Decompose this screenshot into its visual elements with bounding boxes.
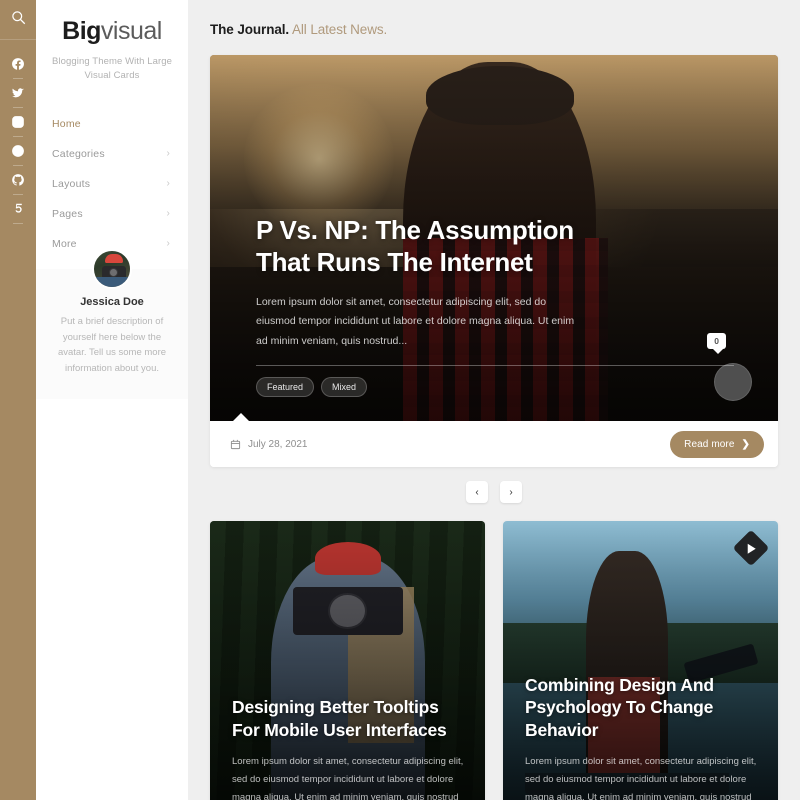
divider xyxy=(13,223,23,224)
chevron-right-icon: › xyxy=(166,178,170,189)
chevron-right-icon: › xyxy=(166,148,170,159)
fivehundredpx-icon[interactable] xyxy=(0,195,36,223)
sidebar-item-categories[interactable]: Categories › xyxy=(36,139,188,169)
post-date-label: July 28, 2021 xyxy=(248,438,308,450)
post-card[interactable]: Designing Better Tooltips For Mobile Use… xyxy=(210,521,485,800)
instagram-icon[interactable] xyxy=(0,108,36,136)
page-title-primary: The Journal. xyxy=(210,22,290,37)
brand-title: Bigvisual xyxy=(46,17,178,46)
main-content: The Journal. All Latest News. 0 P Vs. NP… xyxy=(188,0,800,800)
post-grid: Designing Better Tooltips For Mobile Use… xyxy=(210,521,778,800)
chevron-right-icon: › xyxy=(166,208,170,219)
sidebar-item-layouts[interactable]: Layouts › xyxy=(36,169,188,199)
sidebar-item-label: Categories xyxy=(52,148,105,160)
hero-image: 0 P Vs. NP: The Assumption That Runs The… xyxy=(210,55,778,421)
dribbble-icon[interactable] xyxy=(0,137,36,165)
hero-text-block: P Vs. NP: The Assumption That Runs The I… xyxy=(210,214,778,421)
post-card-excerpt: Lorem ipsum dolor sit amet, consectetur … xyxy=(232,755,464,800)
read-more-label: Read more xyxy=(684,438,735,450)
author-name: Jessica Doe xyxy=(80,296,144,308)
post-date: July 28, 2021 xyxy=(230,439,308,450)
read-more-button[interactable]: Read more ❯ xyxy=(670,430,764,458)
social-rail xyxy=(0,0,36,800)
author-description: Put a brief description of yourself here… xyxy=(57,316,167,375)
chevron-left-icon: ‹ xyxy=(475,486,479,498)
author-profile: Jessica Doe Put a brief description of y… xyxy=(36,249,188,399)
divider xyxy=(256,365,734,366)
chevron-right-icon: › xyxy=(166,238,170,249)
github-icon[interactable] xyxy=(0,166,36,194)
post-card-title: Combining Design And Psychology To Chang… xyxy=(525,674,714,741)
hero-card-footer: July 28, 2021 Read more ❯ xyxy=(210,421,778,467)
search-button[interactable] xyxy=(0,0,36,40)
brand[interactable]: Bigvisual Blogging Theme With Large Visu… xyxy=(36,0,188,83)
tag-mixed[interactable]: Mixed xyxy=(321,377,368,397)
chevron-right-icon: › xyxy=(509,486,513,498)
search-icon xyxy=(11,10,26,30)
post-card-excerpt: Lorem ipsum dolor sit amet, consectetur … xyxy=(525,755,757,800)
sidebar-item-home[interactable]: Home xyxy=(36,109,188,139)
twitter-icon[interactable] xyxy=(0,79,36,107)
sidebar-nav: Home Categories › Layouts › Pages › More… xyxy=(36,109,188,259)
post-card-text: Designing Better Tooltips For Mobile Use… xyxy=(210,696,485,800)
sidebar-item-label: Layouts xyxy=(52,178,91,190)
post-card-title: Designing Better Tooltips For Mobile Use… xyxy=(232,697,447,741)
carousel-prev-button[interactable]: ‹ xyxy=(466,481,488,503)
tag-featured[interactable]: Featured xyxy=(256,377,315,397)
hero-post-card[interactable]: 0 P Vs. NP: The Assumption That Runs The… xyxy=(210,55,778,467)
brand-name-light: visual xyxy=(100,17,162,45)
avatar[interactable] xyxy=(92,249,132,289)
sidebar-item-label: More xyxy=(52,238,77,250)
page-title: The Journal. All Latest News. xyxy=(188,0,800,37)
sidebar-item-pages[interactable]: Pages › xyxy=(36,199,188,229)
carousel-navigation: ‹ › xyxy=(188,481,800,503)
sidebar-item-label: Pages xyxy=(52,208,83,220)
page-title-secondary: All Latest News. xyxy=(291,22,388,37)
hero-tag-list: Featured Mixed xyxy=(256,377,734,397)
card-notch xyxy=(232,413,250,421)
post-card[interactable]: Combining Design And Psychology To Chang… xyxy=(503,521,778,800)
hero-title: P Vs. NP: The Assumption That Runs The I… xyxy=(256,214,574,278)
facebook-icon[interactable] xyxy=(0,50,36,78)
hero-excerpt: Lorem ipsum dolor sit amet, consectetur … xyxy=(256,295,575,347)
carousel-next-button[interactable]: › xyxy=(500,481,522,503)
sidebar-item-label: Home xyxy=(52,118,81,130)
brand-tagline: Blogging Theme With Large Visual Cards xyxy=(51,55,173,81)
social-icon-list xyxy=(0,40,36,224)
post-card-text: Combining Design And Psychology To Chang… xyxy=(503,674,778,800)
chevron-right-icon: ❯ xyxy=(741,438,750,450)
brand-name-bold: Big xyxy=(62,17,101,45)
sidebar: Bigvisual Blogging Theme With Large Visu… xyxy=(36,0,188,800)
calendar-icon xyxy=(230,439,241,450)
